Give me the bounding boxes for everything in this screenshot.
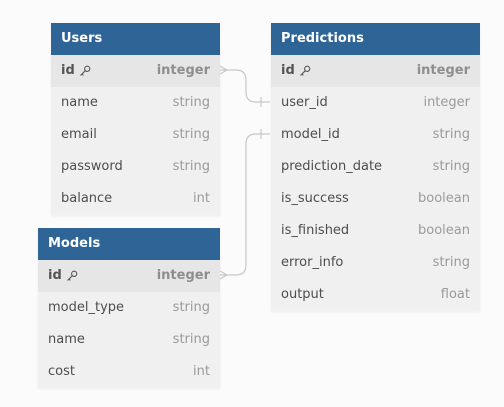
users-field-email[interactable]: email string [51, 119, 220, 151]
field-name: email [61, 127, 97, 142]
field-name: password [61, 159, 123, 174]
field-name: name [48, 332, 85, 347]
users-field-password[interactable]: password string [51, 151, 220, 183]
models-field-id[interactable]: id integer [38, 260, 220, 292]
field-type: boolean [418, 191, 470, 206]
models-field-name[interactable]: name string [38, 324, 220, 356]
field-type: string [172, 127, 210, 142]
field-name: prediction_date [281, 159, 383, 174]
field-type: integer [156, 63, 210, 78]
field-name: name [61, 95, 98, 110]
models-to-predictions-connector [219, 129, 270, 280]
models-field-model-type[interactable]: model_type string [38, 292, 220, 324]
field-type: string [172, 300, 210, 315]
models-table-header[interactable]: Models [38, 228, 220, 260]
predictions-field-error-info[interactable]: error_info string [271, 247, 480, 279]
users-table-header[interactable]: Users [51, 23, 220, 55]
users-field-name[interactable]: name string [51, 87, 220, 119]
field-name: output [281, 287, 324, 302]
field-type: string [432, 159, 470, 174]
predictions-field-output[interactable]: output float [271, 279, 480, 311]
predictions-field-id[interactable]: id integer [271, 55, 480, 87]
field-type: string [172, 332, 210, 347]
field-name: model_id [281, 127, 340, 142]
key-icon [299, 65, 311, 76]
field-name: model_type [48, 300, 125, 315]
key-icon [66, 270, 78, 281]
predictions-field-user-id[interactable]: user_id integer [271, 87, 480, 119]
field-type: string [172, 159, 210, 174]
predictions-field-prediction-date[interactable]: prediction_date string [271, 151, 480, 183]
field-type: string [172, 95, 210, 110]
field-type: integer [156, 268, 210, 283]
field-name: is_success [281, 191, 349, 206]
predictions-field-model-id[interactable]: model_id string [271, 119, 480, 151]
field-name: cost [48, 364, 75, 379]
field-type: integer [423, 95, 470, 110]
users-field-id[interactable]: id integer [51, 55, 220, 87]
field-name: id [48, 268, 62, 283]
field-name: user_id [281, 95, 328, 110]
users-to-predictions-connector [219, 65, 270, 107]
field-name: id [61, 63, 75, 78]
key-icon [79, 65, 91, 76]
models-table[interactable]: Models id integer model_type string name… [38, 228, 220, 388]
field-name: is_finished [281, 223, 350, 238]
predictions-field-is-success[interactable]: is_success boolean [271, 183, 480, 215]
predictions-field-is-finished[interactable]: is_finished boolean [271, 215, 480, 247]
field-type: string [432, 255, 470, 270]
field-name: error_info [281, 255, 344, 270]
users-field-balance[interactable]: balance int [51, 183, 220, 215]
field-type: boolean [418, 223, 470, 238]
field-type: string [432, 127, 470, 142]
models-field-cost[interactable]: cost int [38, 356, 220, 388]
field-type: float [440, 287, 470, 302]
field-type: int [193, 191, 210, 206]
field-type: integer [416, 63, 470, 78]
predictions-table[interactable]: Predictions id integer user_id integer m… [271, 23, 480, 311]
field-type: int [193, 364, 210, 379]
field-name: id [281, 63, 295, 78]
predictions-table-header[interactable]: Predictions [271, 23, 480, 55]
field-name: balance [61, 191, 113, 206]
er-diagram-canvas: Users id integer name string email strin… [0, 0, 504, 407]
users-table[interactable]: Users id integer name string email strin… [51, 23, 220, 215]
